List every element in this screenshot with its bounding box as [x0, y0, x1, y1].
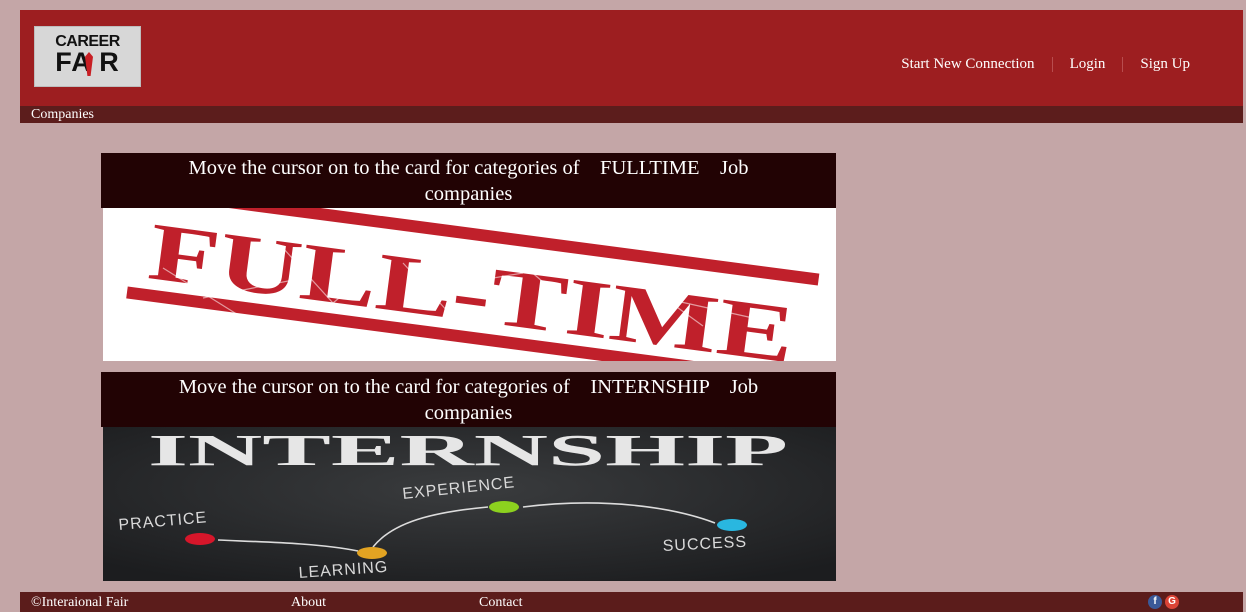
internship-heading-line1: Move the cursor on to the card for categ… — [178, 376, 759, 398]
internship-chalkboard-graphic: INTERNSHIP PRACTICE LEARNING EXPERIENCE … — [103, 427, 836, 581]
fulltime-card-image[interactable]: FULL-TIME — [103, 208, 836, 361]
site-header: CAREER FA R Start New Connection Login S… — [20, 10, 1243, 106]
internship-heading-line2: companies — [424, 402, 513, 424]
login-link[interactable]: Login — [1070, 56, 1106, 73]
internship-chalk-title: INTERNSHIP — [148, 427, 788, 475]
internship-card-heading: Move the cursor on to the card for categ… — [101, 372, 836, 427]
career-fair-logo[interactable]: CAREER FA R — [34, 26, 141, 87]
sub-nav-bar: Companies — [20, 106, 1243, 123]
fulltime-card-heading: Move the cursor on to the card for categ… — [101, 153, 836, 208]
google-icon[interactable]: G — [1165, 595, 1179, 609]
fulltime-heading-line2: companies — [424, 183, 513, 205]
nav-divider — [1122, 57, 1124, 72]
top-nav: Start New Connection Login Sign Up — [901, 56, 1190, 73]
fulltime-stamp-graphic: FULL-TIME — [126, 208, 820, 361]
nav-divider — [1051, 57, 1053, 72]
internship-card-image[interactable]: INTERNSHIP PRACTICE LEARNING EXPERIENCE … — [103, 427, 836, 581]
site-footer: ©Interaional Fair About Contact f G — [20, 592, 1243, 612]
contact-link[interactable]: Contact — [479, 594, 523, 612]
start-new-connection-link[interactable]: Start New Connection — [901, 56, 1034, 73]
copyright-text: ©Interaional Fair — [31, 595, 129, 610]
fulltime-heading-line1: Move the cursor on to the card for categ… — [188, 157, 749, 179]
companies-link[interactable]: Companies — [31, 106, 94, 123]
sign-up-link[interactable]: Sign Up — [1140, 56, 1190, 73]
facebook-icon[interactable]: f — [1148, 595, 1162, 609]
about-link[interactable]: About — [291, 594, 326, 612]
